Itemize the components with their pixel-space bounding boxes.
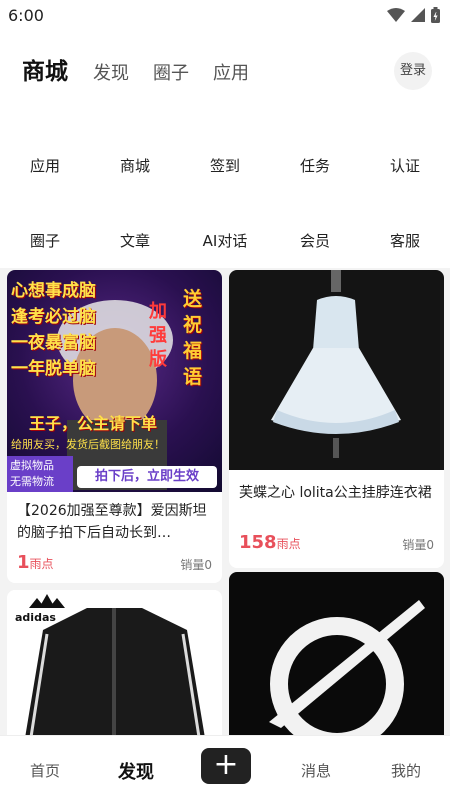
promo-subtitle: 王子，公主请下单 [29, 414, 158, 433]
status-icons [387, 7, 440, 23]
bottom-nav: 首页 发现 + 消息 我的 [0, 735, 450, 800]
tab-apps[interactable]: 应用 [213, 54, 249, 94]
product-card[interactable]: 心想事成脑 逢考必过脑 一夜暴富脑 一年脱单脑 加强版 送祝福语 王子，公主请下… [7, 270, 222, 583]
product-title: 芙蝶之心 lolita公主挂脖连衣裙 [239, 485, 432, 501]
signal-icon [411, 8, 425, 22]
product-card[interactable]: adidas [7, 590, 222, 750]
product-image [229, 270, 444, 470]
promo-tag-enhanced: 加强版 [149, 301, 167, 370]
promo-footer-note: 给朋友买，发货后截图给朋友！ [11, 438, 165, 451]
product-title: 【2026加强至尊款】爱因斯坦的脑子拍下后自动长到… [17, 503, 207, 541]
login-button[interactable]: 登录 [394, 52, 432, 90]
quick-grid-row-2: 圈子 文章 AI对话 会员 客服 [0, 229, 450, 253]
tab-mall[interactable]: 商城 [22, 52, 68, 92]
grid-item-ai-chat[interactable]: AI对话 [180, 229, 270, 253]
grid-item-mall[interactable]: 商城 [90, 154, 180, 178]
header-area: 6:00 商城 发现 圈子 应用 登录 应用 商城 签到 任务 认证 圈子 文章… [0, 0, 450, 268]
product-card[interactable] [229, 572, 444, 750]
product-price: 1雨点 [17, 552, 54, 573]
grid-item-service[interactable]: 客服 [360, 229, 450, 253]
bottom-nav-messages[interactable]: 消息 [281, 760, 351, 781]
top-nav: 商城 发现 圈子 应用 [0, 52, 450, 92]
status-bar: 6:00 [0, 0, 450, 32]
grid-item-vip[interactable]: 会员 [270, 229, 360, 253]
bottom-nav-profile[interactable]: 我的 [371, 760, 441, 781]
promo-tag-greeting: 送祝福语 [183, 288, 203, 388]
product-image: 心想事成脑 逢考必过脑 一夜暴富脑 一年脱单脑 加强版 送祝福语 王子，公主请下… [7, 270, 222, 492]
grid-item-tasks[interactable]: 任务 [270, 154, 360, 178]
bottom-nav-discover[interactable]: 发现 [101, 758, 171, 784]
grid-item-checkin[interactable]: 签到 [180, 154, 270, 178]
wifi-icon [387, 8, 405, 22]
grid-item-circle[interactable]: 圈子 [0, 229, 90, 253]
product-sales: 销量0 [402, 538, 434, 552]
battery-icon [431, 7, 440, 23]
tab-circle[interactable]: 圈子 [153, 54, 189, 94]
product-card[interactable]: 芙蝶之心 lolita公主挂脖连衣裙 158雨点 销量0 [229, 270, 444, 568]
product-price: 158雨点 [239, 532, 301, 553]
product-sales: 销量0 [180, 558, 212, 572]
tab-discover[interactable]: 发现 [93, 54, 129, 94]
brand-label: adidas [15, 611, 56, 624]
logo-illustration [269, 600, 425, 750]
grid-item-apps[interactable]: 应用 [0, 154, 90, 178]
product-image [229, 572, 444, 750]
create-post-button[interactable]: + [201, 748, 251, 784]
dress-illustration [271, 270, 401, 458]
status-time: 6:00 [8, 6, 44, 25]
bottom-nav-home[interactable]: 首页 [10, 760, 80, 781]
plus-icon: + [213, 747, 239, 782]
grid-item-verify[interactable]: 认证 [360, 154, 450, 178]
promo-lines: 心想事成脑 逢考必过脑 一夜暴富脑 一年脱单脑 [11, 281, 96, 379]
instant-effect-badge: 拍下后，立即生效 [77, 466, 217, 488]
quick-grid-row-1: 应用 商城 签到 任务 认证 [0, 154, 450, 178]
product-image: adidas [7, 590, 222, 750]
grid-item-articles[interactable]: 文章 [90, 229, 180, 253]
virtual-item-badge: 虚拟物品 无需物流 [7, 456, 73, 492]
